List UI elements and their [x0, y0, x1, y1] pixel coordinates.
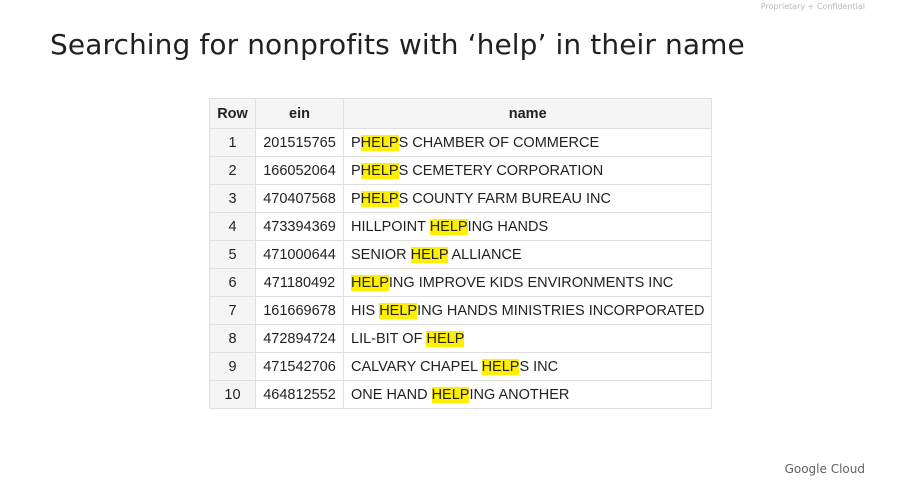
name-cell: ONE HAND HELPING ANOTHER [342, 380, 713, 409]
ein-cell: 470407568 [255, 184, 344, 213]
highlighted-match: HELP [426, 330, 465, 347]
name-cell: HELPING IMPROVE KIDS ENVIRONMENTS INC [342, 268, 713, 297]
google-cloud-logo: Google Cloud [784, 462, 865, 476]
table-row: 5 471000644 SENIOR HELP ALLIANCE [209, 240, 713, 269]
row-number-cell: 6 [209, 268, 256, 297]
name-cell: PHELPS COUNTY FARM BUREAU INC [342, 184, 713, 213]
highlighted-match: HELP [360, 134, 399, 151]
table-row: 4 473394369 HILLPOINT HELPING HANDS [209, 212, 713, 241]
table-row: 1 201515765 PHELPS CHAMBER OF COMMERCE [209, 128, 713, 157]
row-number-cell: 3 [209, 184, 256, 213]
confidential-label: Proprietary + Confidential [760, 2, 865, 11]
name-cell: SENIOR HELP ALLIANCE [342, 240, 713, 269]
name-cell: HILLPOINT HELPING HANDS [342, 212, 713, 241]
highlighted-match: HELP [410, 246, 449, 263]
name-text: ING ANOTHER [469, 386, 570, 403]
ein-cell: 201515765 [255, 128, 344, 157]
ein-cell: 473394369 [255, 212, 344, 241]
name-text: P [351, 190, 361, 207]
ein-cell: 471542706 [255, 352, 344, 381]
name-text: LIL-BIT OF [351, 330, 427, 347]
table-header-row: Row ein name [209, 98, 713, 129]
results-table: Row ein name 1 201515765 PHELPS CHAMBER OF… [209, 98, 713, 409]
column-header-ein: ein [255, 98, 344, 129]
name-cell: PHELPS CHAMBER OF COMMERCE [342, 128, 713, 157]
highlighted-match: HELP [379, 302, 418, 319]
name-text: ING IMPROVE KIDS ENVIRONMENTS INC [388, 274, 674, 291]
ein-cell: 464812552 [255, 380, 344, 409]
row-number-cell: 4 [209, 212, 256, 241]
highlighted-match: HELP [360, 162, 399, 179]
table-row: 9 471542706 CALVARY CHAPEL HELPS INC [209, 352, 713, 381]
name-text: P [351, 134, 361, 151]
name-text: S COUNTY FARM BUREAU INC [398, 190, 611, 207]
name-text: P [351, 162, 361, 179]
column-header-name: name [342, 98, 713, 129]
row-number-cell: 10 [209, 380, 256, 409]
name-text: ALLIANCE [448, 246, 522, 263]
table-row: 10 464812552 ONE HAND HELPING ANOTHER [209, 380, 713, 409]
highlighted-match: HELP [481, 358, 520, 375]
ein-cell: 161669678 [255, 296, 344, 325]
highlighted-match: HELP [360, 190, 399, 207]
name-text: CALVARY CHAPEL [351, 358, 482, 375]
table-row: 3 470407568 PHELPS COUNTY FARM BUREAU INC [209, 184, 713, 213]
row-number-cell: 7 [209, 296, 256, 325]
row-number-cell: 1 [209, 128, 256, 157]
name-cell: HIS HELPING HANDS MINISTRIES INCORPORATE… [342, 296, 713, 325]
ein-cell: 472894724 [255, 324, 344, 353]
name-text: ING HANDS MINISTRIES INCORPORATED [417, 302, 705, 319]
table-row: 8 472894724 LIL-BIT OF HELP [209, 324, 713, 353]
ein-cell: 471180492 [255, 268, 344, 297]
name-cell: PHELPS CEMETERY CORPORATION [342, 156, 713, 185]
table-row: 2 166052064 PHELPS CEMETERY CORPORATION [209, 156, 713, 185]
highlighted-match: HELP [351, 274, 389, 291]
name-text: SENIOR [351, 246, 411, 263]
name-cell: LIL-BIT OF HELP [342, 324, 713, 353]
row-number-cell: 2 [209, 156, 256, 185]
table-body: 1 201515765 PHELPS CHAMBER OF COMMERCE 2 166… [209, 128, 713, 409]
highlighted-match: HELP [431, 386, 470, 403]
slide-title: Searching for nonprofits with ‘help’ in … [50, 28, 745, 61]
table-row: 6 471180492 HELPING IMPROVE KIDS ENVIRONME… [209, 268, 713, 297]
table-row: 7 161669678 HIS HELPING HANDS MINISTRIES I… [209, 296, 713, 325]
name-cell: CALVARY CHAPEL HELPS INC [342, 352, 713, 381]
row-number-cell: 9 [209, 352, 256, 381]
row-number-cell: 8 [209, 324, 256, 353]
column-header-row: Row [209, 98, 256, 129]
name-text: S CHAMBER OF COMMERCE [398, 134, 600, 151]
name-text: ONE HAND [351, 386, 432, 403]
row-number-cell: 5 [209, 240, 256, 269]
name-text: HILLPOINT [351, 218, 430, 235]
highlighted-match: HELP [429, 218, 468, 235]
name-text: S CEMETERY CORPORATION [398, 162, 604, 179]
ein-cell: 166052064 [255, 156, 344, 185]
name-text: ING HANDS [467, 218, 549, 235]
name-text: HIS [351, 302, 380, 319]
ein-cell: 471000644 [255, 240, 344, 269]
name-text: S INC [519, 358, 559, 375]
